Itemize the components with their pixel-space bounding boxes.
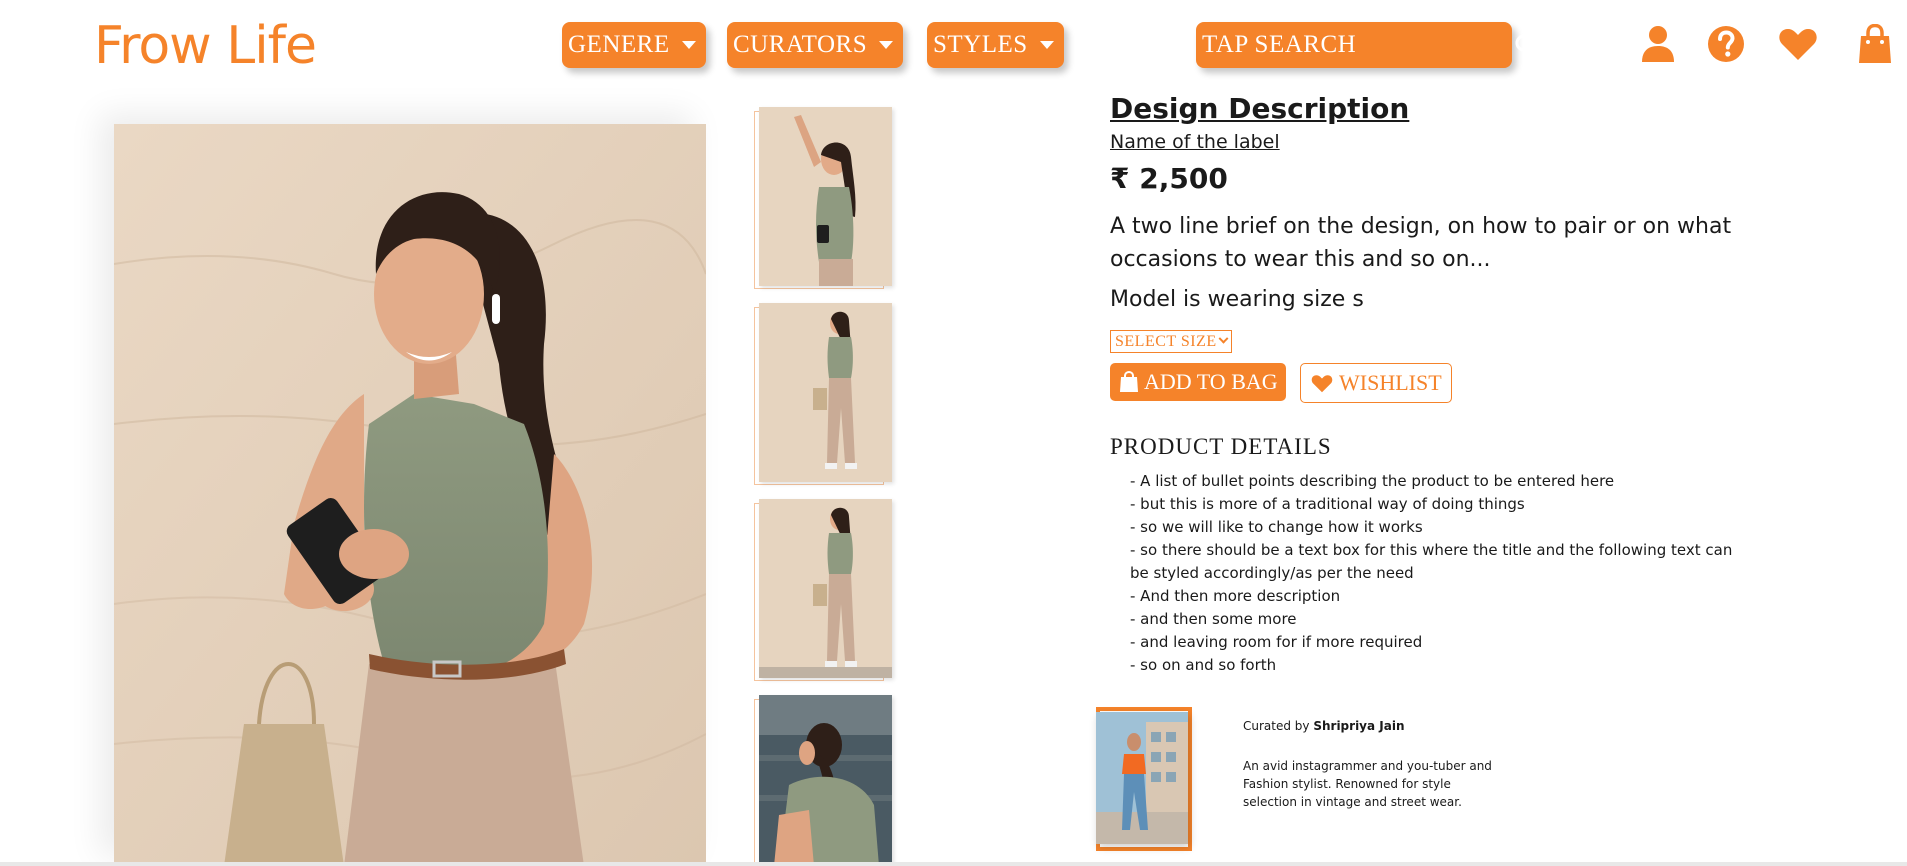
label-name-link[interactable]: Name of the label <box>1110 131 1280 153</box>
curator-name[interactable]: Shripriya Jain <box>1313 719 1404 733</box>
select-size-label: SELECT SIZE <box>1115 332 1217 350</box>
list-item: - so there should be a text box for this… <box>1130 541 1733 582</box>
product-brief: A two line brief on the design, on how t… <box>1110 214 1732 272</box>
heart-icon <box>1311 374 1333 393</box>
chevron-down-icon <box>1218 333 1229 344</box>
product-details-heading: PRODUCT DETAILS <box>1110 434 1332 459</box>
caret-down-icon <box>681 41 696 49</box>
thumbnail-1[interactable] <box>754 107 892 289</box>
thumbnail-image[interactable] <box>759 695 892 866</box>
thumbnail-image[interactable] <box>759 303 892 482</box>
list-item: - but this is more of a traditional way … <box>1130 495 1525 513</box>
list-item: - And then more description <box>1130 587 1341 605</box>
search-bar <box>1196 22 1538 68</box>
search-icon[interactable] <box>1514 33 1538 57</box>
nav-curators-label: CURATORS <box>733 31 868 58</box>
add-to-bag-button[interactable]: ADD TO BAG <box>1110 363 1286 401</box>
curator-bio: An avid instagrammer and you-tuber and F… <box>1243 759 1492 809</box>
logo[interactable]: Frow Life <box>94 16 317 76</box>
nav-styles-label: STYLES <box>933 31 1028 58</box>
select-size-dropdown[interactable]: SELECT SIZE <box>1110 330 1232 353</box>
add-to-bag-label: ADD TO BAG <box>1144 369 1278 394</box>
nav-genere-dropdown[interactable]: GENERE <box>562 22 706 68</box>
nav-curators-dropdown[interactable]: CURATORS <box>727 22 904 68</box>
search-input[interactable] <box>1202 31 1514 59</box>
heart-icon[interactable] <box>1776 22 1820 66</box>
model-size-text: Model is wearing size s <box>1110 287 1364 312</box>
thumbnail-image[interactable] <box>759 107 892 286</box>
product-details-list: - A list of bullet points describing the… <box>1130 470 1750 677</box>
curated-by-text: Curated by Shripriya Jain <box>1243 719 1405 733</box>
curated-by-prefix: Curated by <box>1243 719 1310 733</box>
wishlist-label: WISHLIST <box>1339 370 1442 395</box>
thumbnail-4[interactable] <box>754 695 892 866</box>
wishlist-button[interactable]: WISHLIST <box>1300 363 1452 403</box>
model-photo <box>114 124 706 866</box>
bottom-divider <box>0 862 1907 866</box>
product-title: Design Description <box>1110 92 1410 125</box>
list-item: - so on and so forth <box>1130 656 1277 674</box>
thumbnail-image[interactable] <box>759 499 892 678</box>
nav-genere-label: GENERE <box>568 31 670 58</box>
list-item: - A list of bullet points describing the… <box>1130 472 1615 490</box>
list-item: - and then some more <box>1130 610 1297 628</box>
product-price: ₹ 2,500 <box>1110 162 1228 195</box>
help-icon[interactable] <box>1706 22 1746 66</box>
shopping-bag-icon <box>1120 371 1138 393</box>
user-icon[interactable] <box>1638 22 1678 66</box>
list-item: - so we will like to change how it works <box>1130 518 1423 536</box>
thumbnail-2[interactable] <box>754 303 892 485</box>
nav-styles-dropdown[interactable]: STYLES <box>927 22 1064 68</box>
shopping-bag-icon[interactable] <box>1855 22 1895 66</box>
caret-down-icon <box>1039 41 1054 49</box>
main-product-image[interactable] <box>114 124 706 866</box>
curator-photo[interactable] <box>1096 712 1188 844</box>
caret-down-icon <box>879 41 894 49</box>
list-item: - and leaving room for if more required <box>1130 633 1423 651</box>
thumbnail-3[interactable] <box>754 499 892 681</box>
